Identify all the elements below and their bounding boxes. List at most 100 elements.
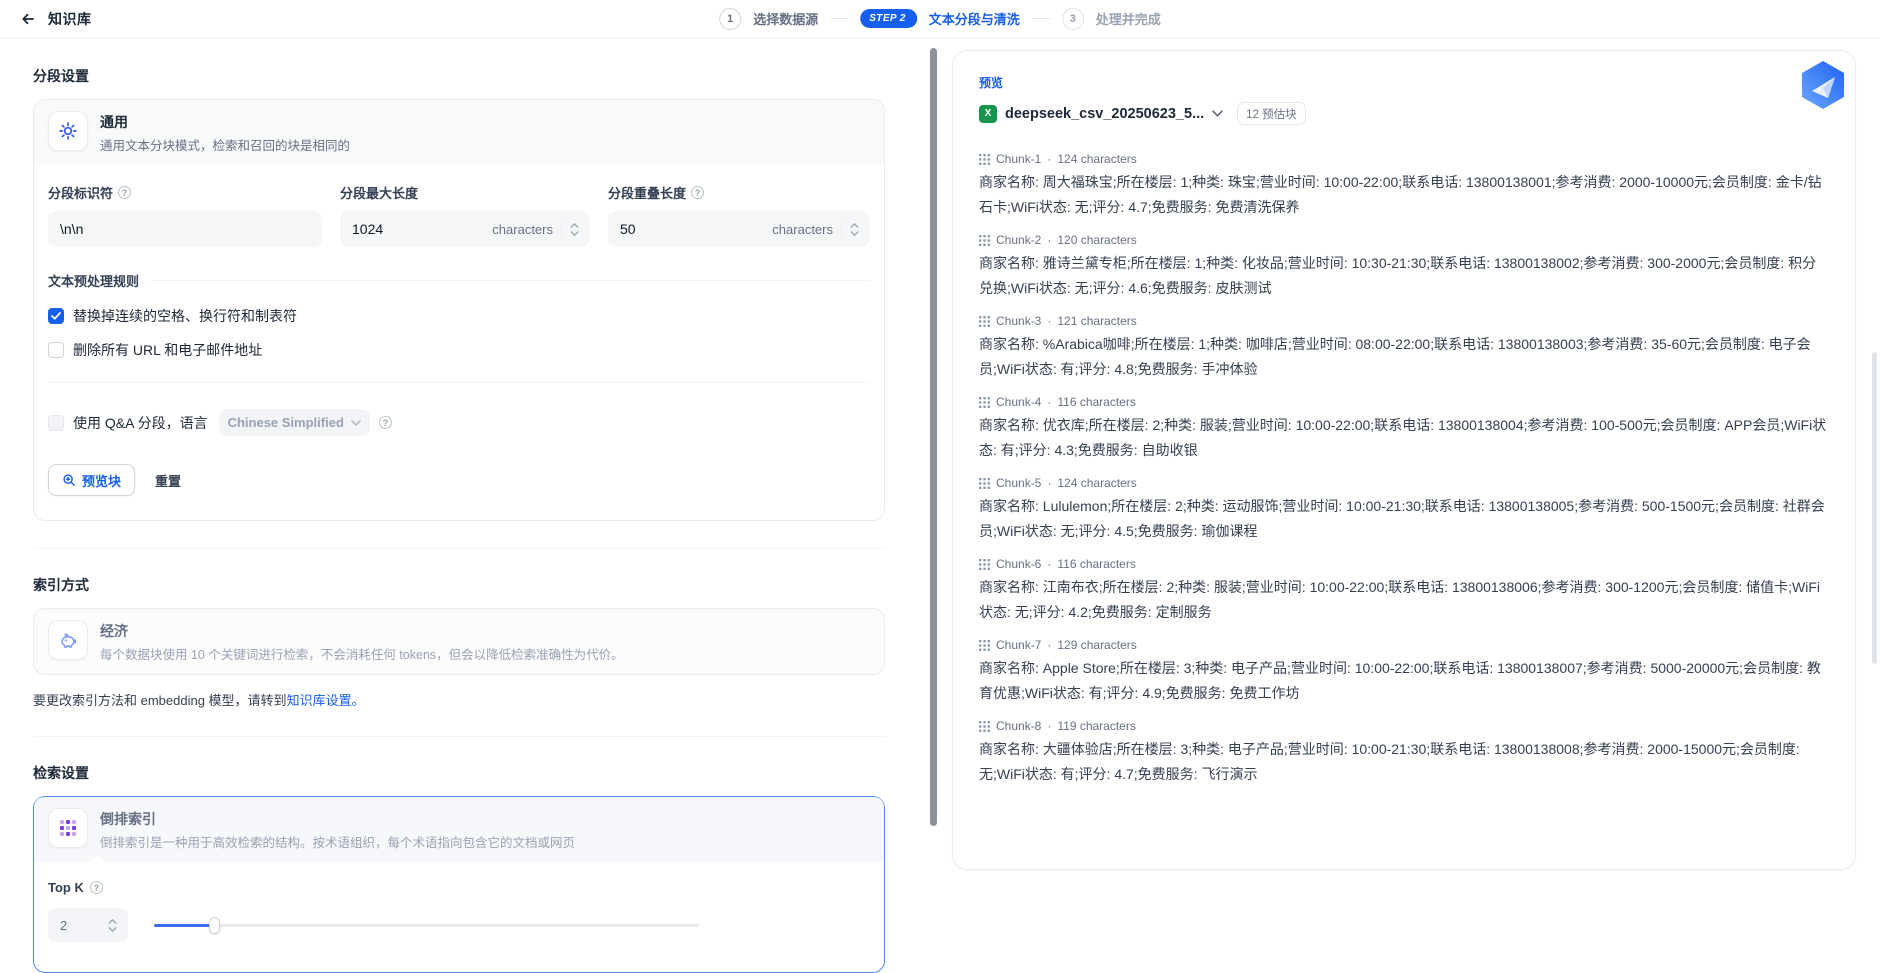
kb-settings-link[interactable]: 知识库设置。 — [287, 693, 365, 708]
chunk-id: Chunk-6 — [996, 557, 1041, 571]
chunk-length: 124 characters — [1057, 476, 1136, 490]
chunk-id: Chunk-5 — [996, 476, 1041, 490]
overlap-input[interactable] — [620, 221, 772, 237]
chunk-meta-separator: · — [1047, 719, 1051, 733]
chevron-down-icon — [351, 420, 361, 426]
chevron-down-icon[interactable] — [1212, 110, 1223, 117]
slider-fill — [154, 924, 214, 927]
general-mode-header: 通用 通用文本分块模式，检索和召回的块是相同的 — [34, 100, 884, 165]
chunk-item: Chunk-5 · 124 characters 商家名称: Lululemon… — [979, 476, 1829, 544]
preprocess-rules-title: 文本预处理规则 — [48, 271, 139, 290]
preview-chunks-button[interactable]: 预览块 — [48, 464, 135, 496]
retrieval-section-title: 检索设置 — [33, 763, 885, 783]
chunk-item: Chunk-3 · 121 characters 商家名称: %Arabica咖… — [979, 314, 1829, 382]
general-mode-card[interactable]: 通用 通用文本分块模式，检索和召回的块是相同的 分段标识符 ? 分段最大 — [33, 99, 885, 521]
divider — [151, 280, 870, 281]
preview-panel: 预览 X deepseek_csv_20250623_5... 12 预估块 C… — [952, 50, 1856, 870]
help-icon: ? — [90, 881, 103, 894]
chunk-length: 129 characters — [1057, 638, 1136, 652]
chevron-down-icon — [108, 927, 117, 932]
app-logo-icon — [1798, 60, 1848, 110]
rule-row-url-email[interactable]: 删除所有 URL 和电子邮件地址 — [48, 340, 870, 360]
step-dash — [1032, 18, 1050, 20]
chevron-up-icon — [850, 223, 859, 228]
index-section-title: 索引方式 — [33, 575, 885, 595]
chevron-down-icon — [570, 231, 579, 236]
segmentation-section-title: 分段设置 — [33, 66, 885, 86]
top-bar: 知识库 1 选择数据源 STEP 2 文本分段与清洗 3 处理并完成 — [0, 0, 1880, 38]
chunk-meta-separator: · — [1047, 314, 1051, 328]
file-name: deepseek_csv_20250623_5... — [1005, 106, 1204, 122]
chunk-text: 商家名称: 江南布衣;所在楼层: 2;种类: 服装;营业时间: 10:00-22… — [979, 575, 1829, 625]
chunk-item: Chunk-8 · 119 characters 商家名称: 大疆体验店;所在楼… — [979, 719, 1829, 787]
rule-label: 删除所有 URL 和电子邮件地址 — [73, 340, 262, 360]
general-mode-title: 通用 — [100, 112, 350, 132]
inverted-index-header: 倒排索引 倒排索引是一种用于高效检索的结构。按术语组织，每个术语指向包含它的文档… — [34, 797, 884, 862]
top-k-input[interactable] — [60, 918, 104, 933]
estimated-chunks-badge: 12 预估块 — [1237, 102, 1306, 125]
help-icon: ? — [118, 186, 131, 199]
chunk-id: Chunk-1 — [996, 152, 1041, 166]
checkbox[interactable] — [48, 308, 64, 324]
chunk-length: 116 characters — [1057, 395, 1136, 409]
chunk-list: Chunk-1 · 124 characters 商家名称: 周大福珠宝;所在楼… — [979, 152, 1829, 787]
checkbox[interactable] — [48, 342, 64, 358]
grid-dots-icon — [979, 559, 990, 570]
settings-panel: 分段设置 通用 通用文本分块模式，检索和召回的块是相同的 分段标识符 ? — [33, 52, 885, 973]
csv-file-icon: X — [979, 105, 997, 123]
divider — [48, 382, 870, 383]
chunk-item: Chunk-2 · 120 characters 商家名称: 雅诗兰黛专柜;所在… — [979, 233, 1829, 301]
chunk-length: 116 characters — [1057, 557, 1136, 571]
help-icon: ? — [691, 186, 704, 199]
segmentation-form: 分段标识符 ? 分段最大长度 characters — [34, 165, 884, 520]
help-icon: ? — [379, 416, 392, 429]
page-scrollbar[interactable] — [1872, 352, 1877, 664]
slider-handle[interactable] — [209, 917, 220, 934]
chunk-text: 商家名称: Lululemon;所在楼层: 2;种类: 运动服饰;营业时间: 1… — [979, 494, 1829, 544]
top-k-stepper[interactable] — [104, 919, 124, 932]
overlap-unit: characters — [772, 222, 833, 237]
delimiter-input-box — [48, 211, 322, 247]
chevron-up-icon — [108, 919, 117, 924]
panel-resize-handle[interactable] — [930, 48, 937, 826]
qa-segmentation-row: 使用 Q&A 分段，语言 Chinese Simplified ? — [48, 409, 870, 436]
step3-label: 处理并完成 — [1096, 9, 1161, 28]
overlap-stepper[interactable] — [841, 223, 866, 236]
delimiter-input[interactable] — [60, 221, 318, 237]
chunk-length: 124 characters — [1057, 152, 1136, 166]
chunk-text: 商家名称: 周大福珠宝;所在楼层: 1;种类: 珠宝;营业时间: 10:00-2… — [979, 170, 1829, 220]
step-indicator: 1 选择数据源 STEP 2 文本分段与清洗 3 处理并完成 — [719, 0, 1161, 37]
chunk-meta-separator: · — [1047, 476, 1051, 490]
inverted-index-card[interactable]: 倒排索引 倒排索引是一种用于高效检索的结构。按术语组织，每个术语指向包含它的文档… — [33, 796, 885, 973]
chunk-text: 商家名称: 雅诗兰黛专柜;所在楼层: 1;种类: 化妆品;营业时间: 10:30… — [979, 251, 1829, 301]
reset-button[interactable]: 重置 — [155, 471, 181, 490]
max-length-stepper[interactable] — [561, 223, 586, 236]
max-length-label: 分段最大长度 — [340, 183, 418, 202]
divider — [33, 736, 885, 737]
economy-mode-card[interactable]: 经济 每个数据块使用 10 个关键词进行检索，不会消耗任何 tokens，但会以… — [33, 608, 885, 675]
qa-language-select[interactable]: Chinese Simplified — [219, 409, 370, 436]
check-icon — [51, 346, 61, 354]
divider — [33, 548, 885, 549]
grid-dots-icon — [979, 721, 990, 732]
chunk-length: 119 characters — [1057, 719, 1136, 733]
zoom-in-icon — [62, 473, 76, 487]
index-note: 要更改索引方法和 embedding 模型，请转到知识库设置。 — [33, 690, 885, 709]
economy-mode-description: 每个数据块使用 10 个关键词进行检索，不会消耗任何 tokens，但会以降低检… — [100, 644, 624, 663]
rule-row-whitespace[interactable]: 替换掉连续的空格、换行符和制表符 — [48, 306, 870, 326]
arrow-left-icon — [20, 11, 36, 27]
step3-circle: 3 — [1062, 8, 1084, 30]
back-button[interactable] — [16, 7, 40, 31]
chunk-id: Chunk-3 — [996, 314, 1041, 328]
chunk-text: 商家名称: 优衣库;所在楼层: 2;种类: 服装;营业时间: 10:00-22:… — [979, 413, 1829, 463]
chunk-item: Chunk-6 · 116 characters 商家名称: 江南布衣;所在楼层… — [979, 557, 1829, 625]
gear-icon — [48, 111, 88, 151]
max-length-input-box: characters — [340, 211, 590, 247]
grid-dots-icon — [979, 154, 990, 165]
qa-checkbox[interactable] — [48, 415, 64, 431]
max-length-input[interactable] — [352, 221, 492, 237]
page-title: 知识库 — [48, 9, 92, 29]
check-icon — [51, 312, 61, 320]
top-k-slider[interactable] — [154, 917, 699, 934]
chunk-meta-separator: · — [1047, 638, 1051, 652]
